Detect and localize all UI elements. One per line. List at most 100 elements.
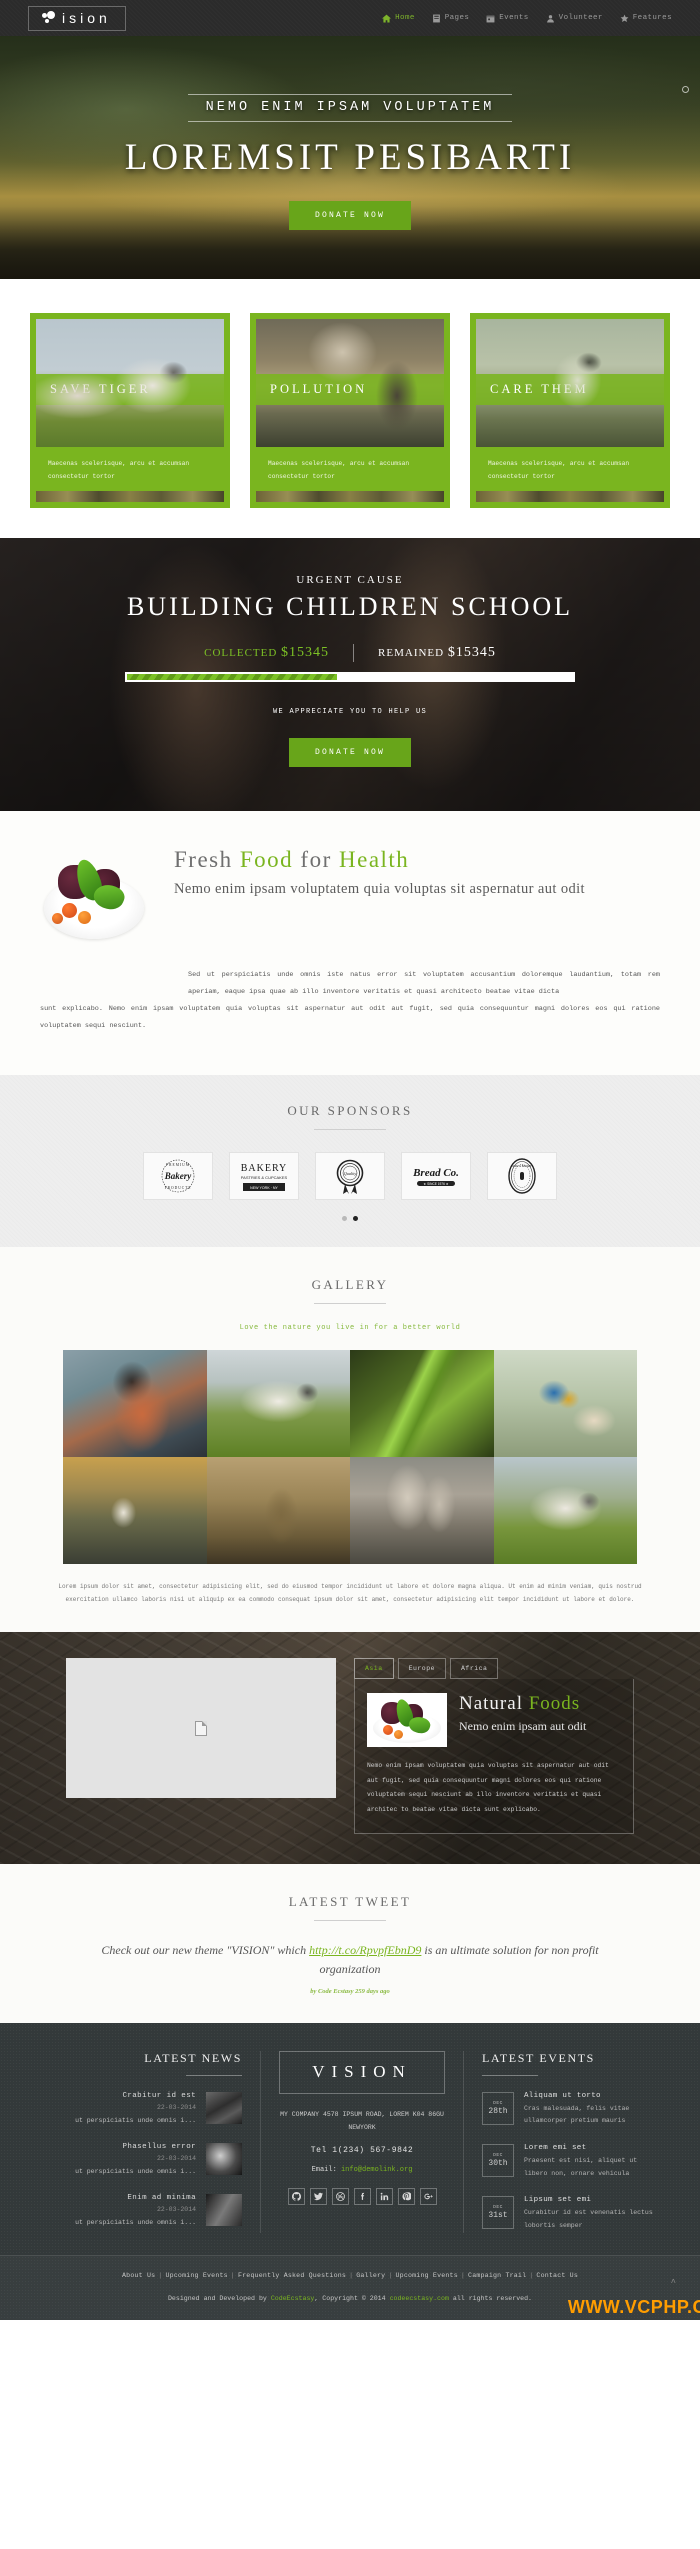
hero-donate-button[interactable]: DONATE NOW [288, 201, 411, 230]
fresh-paragraph-line2: sunt explicabo. Nemo enim ipsam voluptat… [40, 1005, 660, 1030]
news-item[interactable]: Enim ad minima 22-03-2014 ut perspiciati… [46, 2194, 242, 2229]
footer-bottom-links: About Us | Upcoming Events | Frequently Aske… [122, 2271, 578, 2279]
tab-europe[interactable]: Europe [397, 1658, 447, 1680]
nav-item-features[interactable]: Features [620, 14, 672, 23]
logo-text: ision [62, 9, 111, 26]
gallery-item-white-tiger[interactable] [206, 1349, 350, 1457]
event-description: Praesent est nisi, aliquet ut libero non… [524, 2156, 638, 2177]
natural-head-part2: Foods [528, 1693, 581, 1715]
linkedin-icon [380, 2192, 388, 2200]
nav-item-events[interactable]: Events [486, 14, 528, 23]
footer-address: MY COMPANY 4578 IPSUM ROAD, LOREM K04 86… [280, 2110, 444, 2131]
news-item[interactable]: Crabitur id est 22-03-2014 ut perspiciat… [46, 2091, 242, 2127]
gallery-item-child[interactable] [63, 1349, 207, 1457]
salad-plate-image [40, 851, 148, 947]
github-icon [291, 2191, 301, 2201]
remained-label: REMAINED [378, 647, 445, 660]
gallery-item-rabbit[interactable] [206, 1456, 350, 1564]
urgent-donate-button[interactable]: DONATE NOW [288, 738, 411, 768]
gallery-item-bird-sunset[interactable] [63, 1456, 207, 1564]
bottom-link-upcoming-events-2[interactable]: Upcoming Events [396, 2272, 458, 2279]
gallery-item-snake[interactable] [350, 1349, 494, 1457]
bakery-pastries-cupcakes-logo-icon: BAKERY PASTRIES & CUPCAKES NEW YORK · NY [241, 1163, 288, 1191]
pages-icon [432, 14, 440, 22]
footer-news-title: LATEST NEWS [144, 2050, 242, 2065]
footer-email-label: Email: [311, 2165, 341, 2174]
svg-text:PRODUCTS: PRODUCTS [165, 1186, 192, 1190]
svg-text:Bakery: Bakery [164, 1171, 193, 1181]
event-item[interactable]: DEC 31st Lipsum set emi Curabitur id est… [482, 2196, 654, 2232]
news-headline: Phasellus error [122, 2142, 196, 2151]
news-excerpt: ut perspiciatis unde omnis i... [75, 2219, 196, 2227]
event-item[interactable]: DEC 28th Aliquam ut torto Cras malesuada… [482, 2091, 654, 2128]
collected-amount: COLLECTED $15345 [204, 645, 329, 661]
urgent-cause-content: URGENT CAUSE BUILDING CHILDREN SCHOOL CO… [0, 574, 700, 768]
social-pinterest[interactable] [397, 2187, 415, 2205]
event-item[interactable]: DEC 30th Lorem emi set Praesent est nisi… [482, 2143, 654, 2180]
copyright-site[interactable]: codeecstasy.com [390, 2295, 449, 2302]
footer-email-link[interactable]: info@demolink.org [341, 2166, 412, 2174]
card-bottom-strip [476, 491, 664, 503]
svg-text:PREMIUM: PREMIUM [166, 1163, 190, 1167]
tab-panel-content: Natural Foods Nemo enim ipsam aut odit N… [354, 1679, 634, 1835]
sponsor-bakery-pastries[interactable]: BAKERY PASTRIES & CUPCAKES NEW YORK · NY [229, 1151, 299, 1200]
sponsor-quality-seal[interactable]: Quality [315, 1151, 385, 1200]
fresh-head-part1: Fresh [174, 847, 240, 873]
svg-text:CAFE & BAKERY: CAFE & BAKERY [511, 1164, 533, 1168]
social-github[interactable] [287, 2187, 305, 2205]
hero-slider-dot[interactable] [682, 86, 689, 93]
news-item[interactable]: Phasellus error 22-03-2014 ut perspiciat… [46, 2142, 242, 2178]
event-description: Curabitur id est venenatis lectus lobort… [524, 2209, 653, 2229]
premium-bakery-products-logo-icon: PREMIUM Bakery PRODUCTS [161, 1159, 195, 1193]
nav-item-pages[interactable]: Pages [432, 14, 470, 23]
news-excerpt: ut perspiciatis unde omnis i... [75, 2116, 196, 2124]
volunteer-icon [546, 14, 554, 22]
gallery-item-bird-on-hand[interactable] [493, 1349, 637, 1457]
event-month: DEC [493, 2100, 503, 2106]
bottom-link-contact-us[interactable]: Contact Us [536, 2272, 578, 2279]
card-label: CARE THEM [476, 374, 664, 405]
sponsor-bread-co[interactable]: Bread Co. ★ SINCE 1976 ★ [401, 1151, 471, 1200]
gallery-item-tiger-grass[interactable] [493, 1456, 637, 1564]
svg-text:BAKERY: BAKERY [241, 1163, 288, 1174]
nav-label-pages: Pages [444, 14, 470, 22]
social-linkedin[interactable] [375, 2187, 393, 2205]
site-logo[interactable]: ision [28, 5, 126, 31]
home-icon [382, 14, 392, 22]
nav-item-home[interactable]: Home [382, 14, 415, 23]
latest-tweet-section: LATEST TWEET Check out our new theme "VI… [0, 1864, 700, 2023]
gallery-item-factory-pollution[interactable] [350, 1456, 494, 1564]
nav-item-volunteer[interactable]: Volunteer [546, 14, 603, 23]
copyright-brand[interactable]: CodeEcstasy [271, 2295, 315, 2302]
fresh-paragraph-line1: Sed ut perspiciatis unde omnis iste natu… [188, 971, 660, 997]
social-google-plus[interactable] [419, 2187, 437, 2205]
tab-asia[interactable]: Asia [354, 1658, 394, 1680]
video-placeholder[interactable] [66, 1658, 336, 1799]
bottom-link-gallery[interactable]: Gallery [356, 2272, 385, 2279]
card-text: Maecenas scelerisque, arcu et accumsan c… [488, 460, 630, 481]
gallery-grid [63, 1349, 637, 1564]
carousel-dot-2[interactable] [353, 1215, 358, 1221]
sponsor-cafe-bakery[interactable]: CAFE & BAKERY [487, 1151, 557, 1200]
social-dribbble[interactable] [331, 2187, 349, 2205]
cause-card-save-tiger[interactable]: SAVE TIGER Maecenas scelerisque, arcu et… [30, 313, 230, 509]
footer-contact-column: VISION MY COMPANY 4578 IPSUM ROAD, LOREM… [260, 2050, 464, 2233]
bottom-link-faq[interactable]: Frequently Asked Questions [238, 2272, 346, 2279]
google-plus-icon [423, 2193, 433, 2199]
event-day: 30th [488, 2158, 508, 2168]
cause-cards: SAVE TIGER Maecenas scelerisque, arcu et… [0, 313, 700, 509]
urgent-kicker: URGENT CAUSE [296, 574, 404, 587]
cause-card-care-them[interactable]: CARE THEM Maecenas scelerisque, arcu et … [470, 313, 670, 509]
card-image-bird: CARE THEM [476, 319, 664, 447]
sponsor-premium-bakery[interactable]: PREMIUM Bakery PRODUCTS [143, 1151, 213, 1200]
carousel-dot-1[interactable] [342, 1215, 347, 1221]
bottom-link-campaign-trail[interactable]: Campaign Trail [468, 2272, 526, 2279]
social-facebook[interactable] [353, 2187, 371, 2205]
scroll-to-top-icon[interactable]: ^ [671, 2278, 676, 2288]
tweet-link[interactable]: http://t.co/RpvpfEbnD9 [309, 1943, 421, 1957]
tab-africa[interactable]: Africa [450, 1658, 499, 1680]
social-twitter[interactable] [309, 2187, 327, 2205]
bottom-link-about-us[interactable]: About Us [122, 2272, 155, 2279]
bottom-link-upcoming-events-1[interactable]: Upcoming Events [165, 2272, 227, 2279]
cause-card-pollution[interactable]: POLLUTION Maecenas scelerisque, arcu et … [250, 313, 450, 509]
